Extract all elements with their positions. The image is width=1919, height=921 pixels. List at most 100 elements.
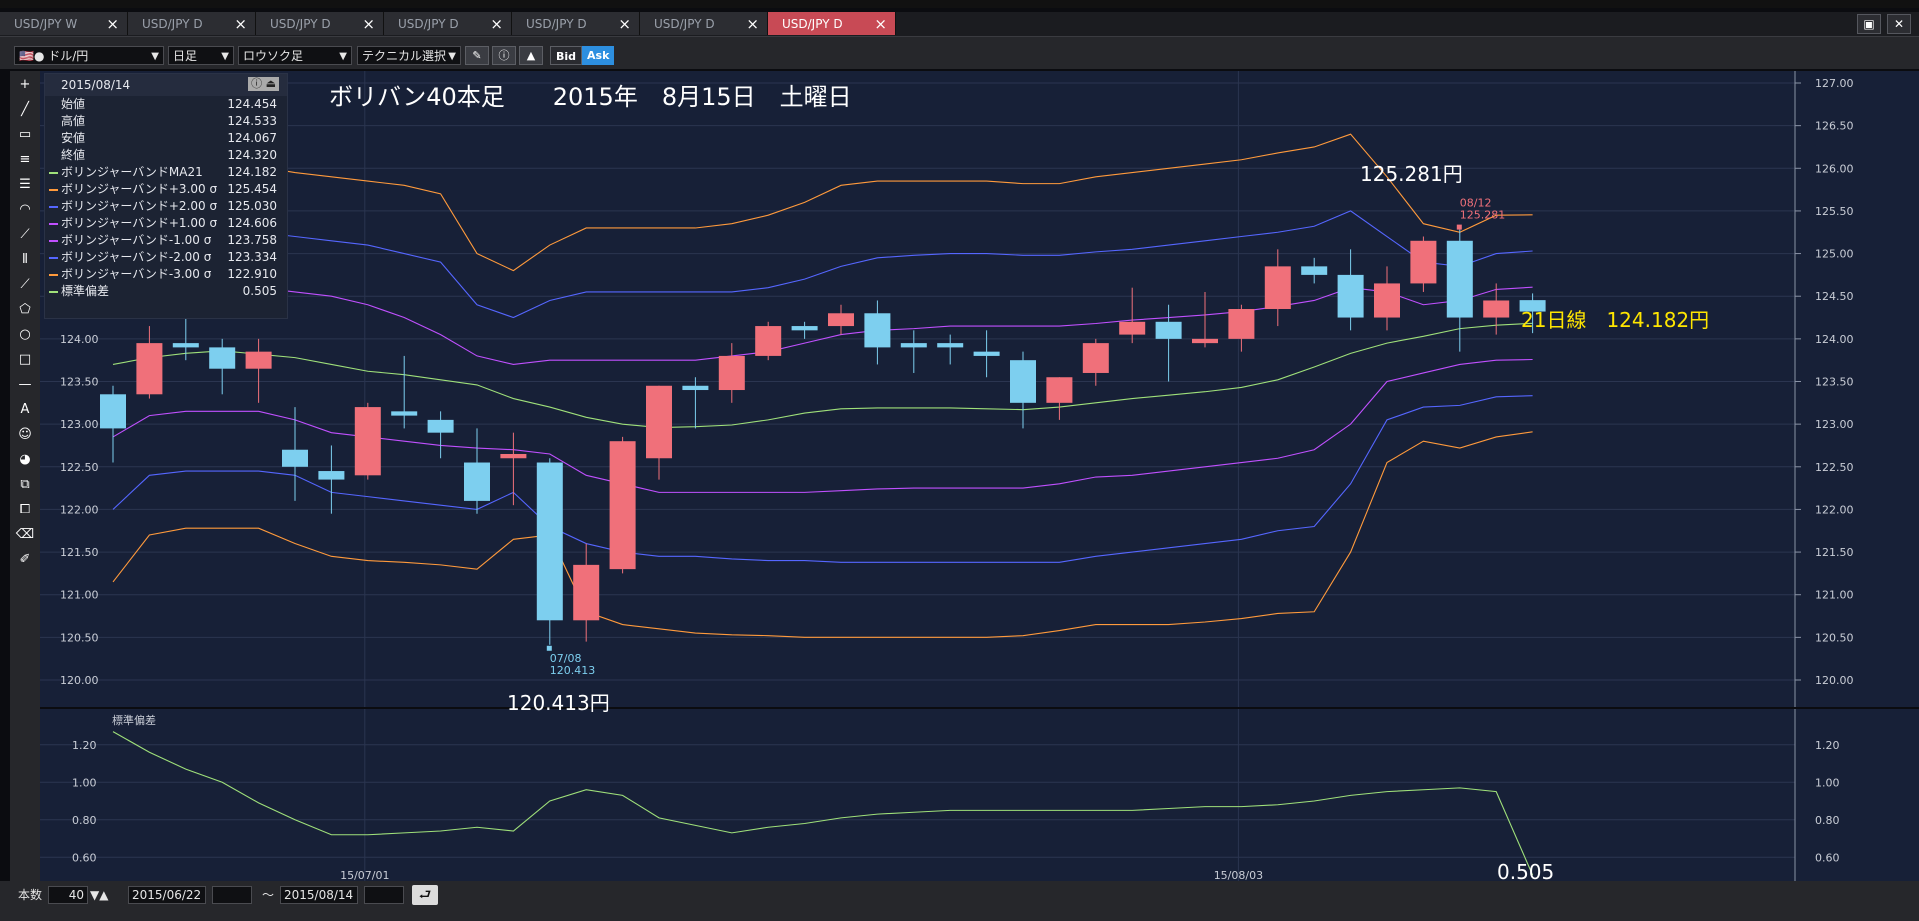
candle-body: [1192, 338, 1218, 344]
data-window-label: 終値: [61, 148, 86, 162]
bid-button[interactable]: Bid: [550, 46, 583, 65]
data-window-value: 124.454: [227, 97, 277, 111]
data-window-date: 2015/08/14: [61, 78, 131, 92]
data-window-value: 124.182: [227, 165, 277, 179]
bid-ask-toggle[interactable]: Bid Ask: [550, 46, 615, 65]
y-tick-label-left: 121.00: [60, 589, 99, 602]
chevron-down-icon: ▼: [221, 51, 229, 62]
data-window-label: 高値: [61, 114, 86, 128]
sd-tick-label-left: 1.00: [72, 776, 97, 789]
sd-tick-label: 1.20: [1815, 739, 1840, 752]
period-select[interactable]: 日足 ▼: [168, 46, 234, 65]
to-time-input[interactable]: [364, 886, 404, 904]
close-icon[interactable]: ×: [490, 15, 503, 33]
period-label: 日足: [173, 49, 198, 63]
close-icon[interactable]: ×: [234, 15, 247, 33]
magnet-icon[interactable]: ◕: [13, 449, 37, 471]
candle-body: [1228, 309, 1255, 339]
y-tick-label: 120.50: [1815, 631, 1854, 644]
lines-icon[interactable]: ≡: [13, 149, 37, 171]
tab-label: USD/JPY D: [270, 16, 331, 31]
data-window-label: ボリンジャーバンド+1.00 σ: [61, 216, 218, 230]
ruler-icon[interactable]: ▭: [13, 124, 37, 146]
price-chart[interactable]: 120.00 120.00 120.50 120.50 121.00 121.00 121.…: [40, 71, 1919, 881]
fibonacci-icon[interactable]: ☰: [13, 174, 37, 196]
chart-area[interactable]: 120.00 120.00 120.50 120.50 121.00 121.00 121.…: [40, 71, 1919, 881]
candle-body: [1337, 274, 1364, 318]
top-strip: [0, 0, 1919, 8]
grid-icon[interactable]: ⦀: [13, 249, 37, 271]
candle-body: [500, 453, 527, 459]
apply-icon[interactable]: ⮐: [412, 885, 438, 905]
eraser-icon[interactable]: ⌫: [13, 524, 37, 546]
hline-icon[interactable]: —: [13, 374, 37, 396]
series-swatch: [49, 274, 58, 276]
candle-body: [1301, 266, 1328, 275]
crosshair-icon[interactable]: +: [13, 74, 37, 96]
pentagon-icon[interactable]: ⬠: [13, 299, 37, 321]
ask-button[interactable]: Ask: [582, 46, 615, 65]
pitchfork-icon[interactable]: ⟋: [13, 274, 37, 296]
tab-0[interactable]: USD/JPY W ×: [0, 12, 128, 35]
close-icon[interactable]: ×: [362, 15, 375, 33]
data-window-value: 125.030: [227, 199, 277, 213]
band-minus3-line: [112, 431, 1533, 638]
info-icon[interactable]: ⓘ ⏏: [248, 77, 279, 91]
panel-divider: [40, 707, 1919, 709]
y-tick-label: 120.00: [1815, 674, 1854, 687]
maximize-icon[interactable]: ▣: [1857, 14, 1881, 34]
fan-icon[interactable]: ⟋: [13, 224, 37, 246]
tab-3[interactable]: USD/JPY D ×: [384, 12, 512, 35]
tab-1[interactable]: USD/JPY D ×: [128, 12, 256, 35]
info-icon[interactable]: ⓘ: [492, 46, 516, 65]
to-date-input[interactable]: 2015/08/14: [280, 886, 358, 904]
circle-icon[interactable]: ○: [13, 324, 37, 346]
tab-label: USD/JPY D: [398, 16, 459, 31]
technical-select[interactable]: テクニカル選択 ▼: [357, 46, 461, 65]
chevron-down-icon: ▼: [151, 51, 159, 62]
count-input[interactable]: 40: [48, 886, 88, 904]
tab-5[interactable]: USD/JPY D ×: [640, 12, 768, 35]
tab-6[interactable]: USD/JPY D ×: [768, 12, 896, 35]
text-icon[interactable]: A: [13, 399, 37, 421]
chevron-down-icon: ▼: [448, 51, 456, 62]
area-chart-icon[interactable]: ▲: [519, 46, 543, 65]
data-window-row: ボリンジャーバンド-2.00 σ 123.334: [45, 249, 287, 266]
trendline-icon[interactable]: ╱: [13, 99, 37, 121]
y-tick-label-left: 122.50: [60, 461, 99, 474]
sd-tick-label-left: 0.80: [72, 814, 97, 827]
from-time-input[interactable]: [212, 886, 252, 904]
currency-pair-select[interactable]: 🇺🇸● ドル/円 ▼: [14, 46, 164, 65]
stamp-icon[interactable]: ☺: [13, 424, 37, 446]
close-icon[interactable]: ×: [106, 15, 119, 33]
data-window-label: ボリンジャーバンド-1.00 σ: [61, 233, 212, 247]
data-window-row: 高値 124.533: [45, 113, 287, 130]
tab-2[interactable]: USD/JPY D ×: [256, 12, 384, 35]
y-tick-label: 121.50: [1815, 546, 1854, 559]
rectangle-icon[interactable]: □: [13, 349, 37, 371]
candle-body: [136, 343, 163, 395]
candle-body: [1374, 283, 1400, 318]
candle-body: [1119, 321, 1146, 335]
chart-annotation-title: ボリバン40本足 2015年 8月15日 土曜日: [329, 83, 852, 111]
select-icon[interactable]: ⧠: [13, 499, 37, 521]
count-stepper-icon[interactable]: ▼▲: [90, 886, 108, 904]
y-tick-label-left: 120.50: [60, 631, 99, 644]
close-icon[interactable]: ×: [618, 15, 631, 33]
sd-tick-label: 0.80: [1815, 814, 1840, 827]
from-date-input[interactable]: 2015/06/22: [128, 886, 206, 904]
chart-type-select[interactable]: ロウソク足 ▼: [238, 46, 352, 65]
measure-icon[interactable]: ✐: [13, 549, 37, 571]
candle-body: [573, 564, 600, 621]
data-window-value: 124.320: [227, 148, 277, 162]
low-marker-value: 120.413: [550, 664, 596, 677]
tab-4[interactable]: USD/JPY D ×: [512, 12, 640, 35]
close-icon[interactable]: ×: [746, 15, 759, 33]
close-window-icon[interactable]: ✕: [1887, 14, 1911, 34]
copy-icon[interactable]: ⧉: [13, 474, 37, 496]
y-tick-label-left: 123.50: [60, 376, 99, 389]
pen-icon[interactable]: ✎: [465, 46, 489, 65]
arc-icon[interactable]: ◠: [13, 199, 37, 221]
pair-label: ドル/円: [48, 49, 89, 63]
close-icon[interactable]: ×: [874, 15, 887, 33]
